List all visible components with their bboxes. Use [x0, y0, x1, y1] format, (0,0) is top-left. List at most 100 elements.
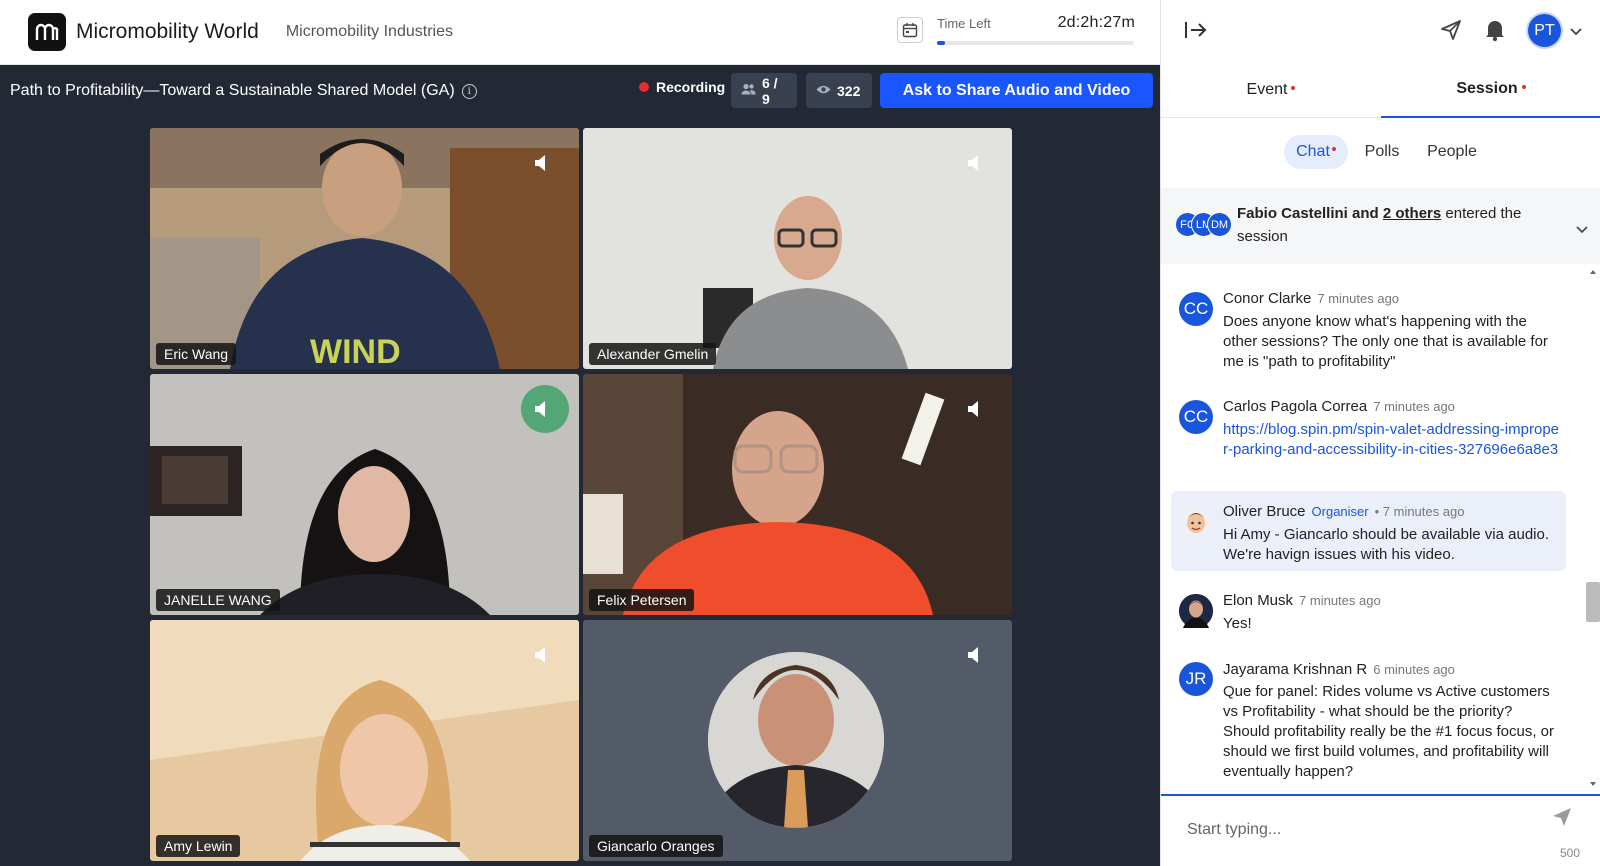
- chat-input[interactable]: [1187, 816, 1547, 844]
- message-time: 6 minutes ago: [1373, 662, 1455, 677]
- sidebar-toolbar: PT: [1161, 0, 1600, 62]
- participant-video: [583, 128, 1012, 369]
- chevron-down-icon[interactable]: [1576, 221, 1588, 239]
- message-header: Conor Clarke 7 minutes ago: [1223, 290, 1399, 307]
- speaker-icon[interactable]: [531, 398, 553, 420]
- message-header: Oliver Bruce Organiser • 7 minutes ago: [1223, 503, 1464, 520]
- unread-dot-icon: [1521, 85, 1526, 89]
- ask-to-share-button[interactable]: Ask to Share Audio and Video: [880, 73, 1153, 108]
- video-tile-alexander-gmelin[interactable]: Alexander Gmelin: [583, 128, 1012, 369]
- subtab-chat-label: Chat: [1296, 143, 1330, 160]
- viewers-count: 322: [837, 82, 861, 99]
- session-subtabs: Chat Polls People: [1161, 135, 1600, 171]
- speaker-icon[interactable]: [964, 152, 986, 174]
- app-root: Micromobility World Micromobility Indust…: [0, 0, 1600, 866]
- unread-dot-icon: [1331, 147, 1336, 151]
- organiser-badge: Organiser: [1311, 504, 1369, 519]
- message-author[interactable]: Conor Clarke: [1223, 290, 1311, 307]
- session-title: Path to Profitability—Toward a Sustainab…: [10, 82, 455, 99]
- video-tile-amy-lewin[interactable]: Amy Lewin: [150, 620, 579, 861]
- recording-indicator: Recording: [639, 79, 725, 95]
- subtab-people[interactable]: People: [1417, 135, 1487, 169]
- tab-session-label: Session: [1456, 80, 1518, 97]
- participant-name: Giancarlo Oranges: [589, 835, 723, 857]
- message-link[interactable]: https://blog.spin.pm/spin-valet-addressi…: [1223, 420, 1563, 460]
- participant-video: [150, 620, 579, 861]
- character-limit: 500: [1560, 846, 1581, 860]
- logo-icon: [35, 23, 59, 40]
- video-tile-giancarlo-oranges[interactable]: Giancarlo Oranges: [583, 620, 1012, 861]
- avatar[interactable]: JR: [1179, 662, 1213, 696]
- svg-text:WIND: WIND: [310, 333, 401, 369]
- recording-label: Recording: [656, 79, 726, 95]
- participants-counter[interactable]: 6 / 9: [731, 73, 797, 108]
- viewers-counter[interactable]: 322: [806, 73, 872, 108]
- stage-header: Path to Profitability—Toward a Sustainab…: [0, 65, 1160, 117]
- message-header: Elon Musk 7 minutes ago: [1223, 592, 1381, 609]
- collapse-sidebar-icon[interactable]: [1183, 18, 1209, 47]
- message-body: Does anyone know what's happening with t…: [1223, 313, 1548, 370]
- entered-and: and: [1352, 205, 1379, 222]
- send-message-icon[interactable]: [1551, 806, 1573, 833]
- message-time: 7 minutes ago: [1373, 399, 1455, 414]
- chat-message: Elon Musk 7 minutes ago Yes!: [1171, 586, 1566, 642]
- video-tile-janelle-wang[interactable]: JANELLE WANG: [150, 374, 579, 615]
- subtab-polls[interactable]: Polls: [1354, 135, 1410, 169]
- participant-name: Felix Petersen: [589, 589, 695, 611]
- time-left-widget: Time Left 2d:2h:27m: [897, 13, 1137, 53]
- avatar[interactable]: [1179, 594, 1213, 628]
- speaker-icon[interactable]: [531, 152, 553, 174]
- chat-message: CC Carlos Pagola Correa 7 minutes ago htt…: [1171, 390, 1566, 480]
- chevron-down-icon[interactable]: [1569, 24, 1583, 42]
- time-left-value: 2d:2h:27m: [1057, 14, 1135, 31]
- send-icon[interactable]: [1439, 18, 1463, 47]
- chat-scrollbar-thumb[interactable]: [1586, 582, 1600, 622]
- speaker-icon[interactable]: [531, 644, 553, 666]
- avatar: DM: [1207, 212, 1232, 237]
- chat-composer: 500: [1161, 794, 1600, 866]
- tab-event[interactable]: Event: [1161, 62, 1381, 118]
- participant-video: [150, 374, 579, 615]
- message-author[interactable]: Elon Musk: [1223, 592, 1293, 609]
- avatar[interactable]: [1179, 505, 1213, 539]
- entered-others-link[interactable]: 2 others: [1383, 205, 1441, 222]
- time-progress-fill: [937, 41, 945, 45]
- unread-dot-icon: [1291, 86, 1296, 90]
- eye-icon: [816, 83, 831, 98]
- entered-session-text: Fabio Castellini and 2 others entered th…: [1237, 202, 1557, 248]
- chat-message: JR Jayarama Krishnan R 6 minutes ago Que …: [1171, 656, 1566, 786]
- avatar[interactable]: CC: [1179, 400, 1213, 434]
- chat-message: CC Conor Clarke 7 minutes ago Does anyone…: [1171, 282, 1566, 372]
- video-tile-eric-wang[interactable]: WIND Eric Wang: [150, 128, 579, 369]
- subtab-chat[interactable]: Chat: [1284, 135, 1348, 169]
- video-stage: Path to Profitability—Toward a Sustainab…: [0, 65, 1160, 866]
- info-icon[interactable]: i: [461, 83, 477, 99]
- tab-session[interactable]: Session: [1381, 62, 1600, 118]
- speaker-icon[interactable]: [964, 398, 986, 420]
- participant-video: WIND: [150, 128, 579, 369]
- message-body: Yes!: [1223, 615, 1252, 632]
- user-avatar[interactable]: PT: [1528, 14, 1561, 47]
- entered-user-name: Fabio Castellini: [1237, 205, 1348, 222]
- time-progress-track: [937, 41, 1134, 45]
- message-body: Hi Amy - Giancarlo should be available v…: [1223, 526, 1550, 563]
- video-tile-felix-petersen[interactable]: Felix Petersen: [583, 374, 1012, 615]
- bell-icon[interactable]: [1484, 18, 1506, 47]
- participant-name: Amy Lewin: [156, 835, 241, 857]
- message-author[interactable]: Oliver Bruce: [1223, 503, 1306, 520]
- chat-messages: CC Conor Clarke 7 minutes ago Does anyone…: [1161, 264, 1600, 794]
- calendar-icon[interactable]: [897, 17, 923, 43]
- entered-session-notice[interactable]: FC LM DM Fabio Castellini and 2 others e…: [1161, 188, 1600, 264]
- chat-scrollbar[interactable]: [1586, 264, 1600, 794]
- avatar[interactable]: CC: [1179, 292, 1213, 326]
- message-author[interactable]: Jayarama Krishnan R: [1223, 661, 1367, 678]
- participant-video: [583, 374, 1012, 615]
- speaker-icon[interactable]: [964, 644, 986, 666]
- organization-name[interactable]: Micromobility Industries: [286, 23, 453, 41]
- app-logo[interactable]: [28, 13, 66, 51]
- participant-avatar-photo: [708, 652, 884, 828]
- message-time: • 7 minutes ago: [1374, 504, 1465, 519]
- message-author[interactable]: Carlos Pagola Correa: [1223, 398, 1367, 415]
- recording-dot-icon: [639, 82, 649, 92]
- participant-name: JANELLE WANG: [156, 589, 280, 611]
